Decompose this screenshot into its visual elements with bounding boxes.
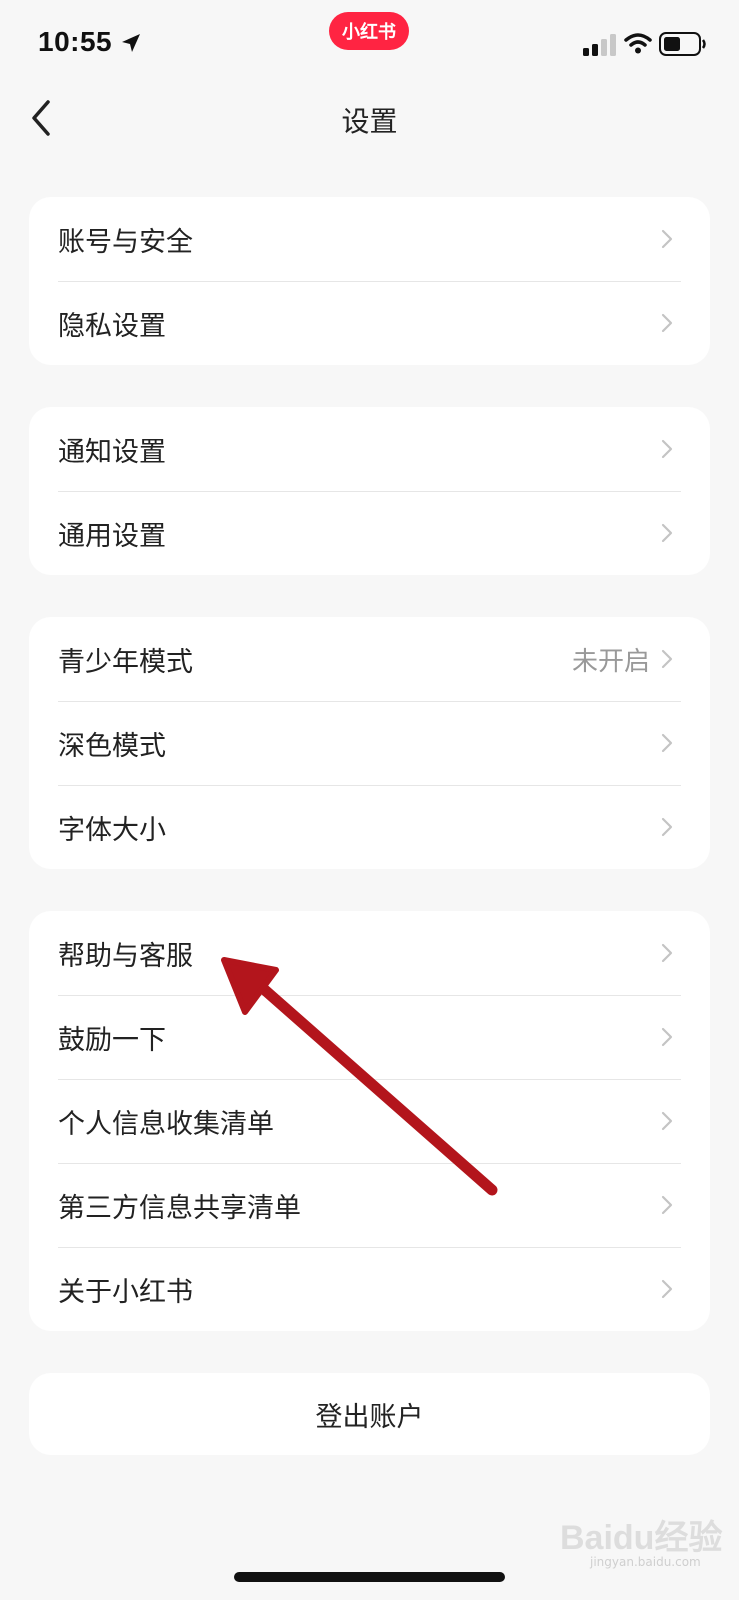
cellular-signal-icon	[583, 34, 616, 56]
settings-item-label: 个人信息收集清单	[58, 1108, 274, 1140]
settings-item-teen-mode[interactable]: 青少年模式 未开启	[29, 617, 710, 701]
watermark-sub: jingyan.baidu.com	[590, 1555, 701, 1569]
chevron-right-icon	[661, 523, 673, 543]
logout-button[interactable]: 登出账户	[29, 1373, 710, 1455]
settings-group-display: 青少年模式 未开启 深色模式 字体大小	[29, 617, 710, 869]
settings-group-account: 账号与安全 隐私设置	[29, 197, 710, 365]
location-arrow-icon	[122, 34, 140, 52]
settings-item-font-size[interactable]: 字体大小	[29, 785, 710, 869]
wifi-icon	[624, 33, 652, 54]
battery-icon	[659, 32, 706, 56]
teen-mode-status: 未开启	[571, 646, 650, 677]
settings-item-label: 通知设置	[58, 436, 166, 468]
settings-item-about[interactable]: 关于小红书	[29, 1247, 710, 1331]
chevron-right-icon	[661, 733, 673, 753]
settings-item-label: 鼓励一下	[58, 1024, 166, 1056]
settings-group-about: 帮助与客服 鼓励一下 个人信息收集清单 第三方信息共享清单 关于小红书	[29, 911, 710, 1331]
settings-item-privacy[interactable]: 隐私设置	[29, 281, 710, 365]
settings-item-help-support[interactable]: 帮助与客服	[29, 911, 710, 995]
settings-item-label: 字体大小	[58, 814, 166, 846]
chevron-right-icon	[661, 1279, 673, 1299]
settings-item-notifications[interactable]: 通知设置	[29, 407, 710, 491]
chevron-right-icon	[661, 439, 673, 459]
settings-item-label: 隐私设置	[58, 310, 166, 342]
settings-item-label: 深色模式	[58, 730, 166, 762]
page-title: 设置	[341, 105, 398, 138]
chevron-right-icon	[661, 313, 673, 333]
chevron-right-icon	[661, 229, 673, 249]
settings-item-account-security[interactable]: 账号与安全	[29, 197, 710, 281]
settings-item-label: 关于小红书	[58, 1276, 193, 1308]
settings-item-label: 青少年模式	[58, 646, 193, 678]
settings-item-general[interactable]: 通用设置	[29, 491, 710, 575]
settings-item-label: 账号与安全	[58, 226, 193, 258]
chevron-right-icon	[661, 817, 673, 837]
chevron-right-icon	[661, 1027, 673, 1047]
settings-item-personal-info-list[interactable]: 个人信息收集清单	[29, 1079, 710, 1163]
settings-item-third-party-sharing[interactable]: 第三方信息共享清单	[29, 1163, 710, 1247]
app-badge: 小红书	[329, 12, 409, 50]
settings-item-label: 通用设置	[58, 520, 166, 552]
settings-item-label: 帮助与客服	[58, 940, 193, 972]
status-time: 10:55	[38, 26, 113, 57]
chevron-right-icon	[661, 649, 673, 669]
watermark: Baidu经验	[560, 1519, 723, 1557]
chevron-right-icon	[661, 943, 673, 963]
home-indicator[interactable]	[234, 1572, 505, 1582]
settings-item-dark-mode[interactable]: 深色模式	[29, 701, 710, 785]
chevron-right-icon	[661, 1111, 673, 1131]
chevron-right-icon	[661, 1195, 673, 1215]
status-bar: 10:55 小红书	[0, 0, 739, 90]
settings-group-general: 通知设置 通用设置	[29, 407, 710, 575]
settings-item-label: 第三方信息共享清单	[58, 1192, 301, 1224]
settings-item-rate-app[interactable]: 鼓励一下	[29, 995, 710, 1079]
nav-bar: 设置	[0, 90, 739, 170]
